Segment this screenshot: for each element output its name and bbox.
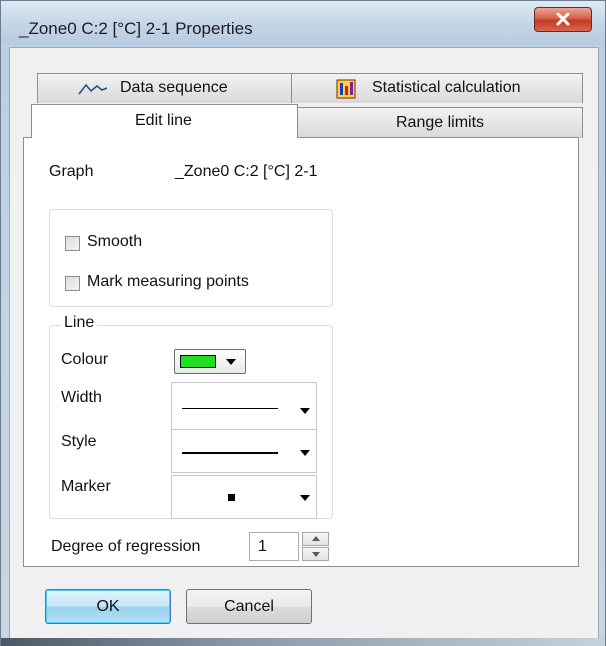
smooth-checkbox[interactable] (65, 236, 80, 251)
window-title: _Zone0 C:2 [°C] 2-1 Properties (19, 19, 253, 38)
chevron-down-icon (312, 552, 320, 557)
ok-button[interactable]: OK (45, 589, 171, 624)
style-label: Style (61, 433, 97, 450)
window-bottom-edge (1, 638, 605, 646)
graph-label: Graph (49, 163, 94, 180)
tab-edit-line[interactable]: Edit line (31, 104, 298, 138)
graph-name-value: _Zone0 C:2 [°C] 2-1 (175, 163, 318, 180)
tab-label: Statistical calculation (372, 79, 521, 96)
chevron-down-icon (226, 359, 236, 365)
colour-label: Colour (61, 351, 109, 368)
line-graph-icon (78, 83, 108, 95)
regression-label: Degree of regression (51, 538, 201, 555)
chevron-down-icon (300, 408, 310, 414)
tab-statistical-calculation[interactable]: Statistical calculation (291, 73, 583, 103)
tab-range-limits[interactable]: Range limits (297, 107, 583, 138)
line-width-preview (182, 408, 278, 409)
chevron-down-icon (300, 495, 310, 501)
statistics-icon (336, 79, 356, 99)
style-dropdown[interactable] (171, 429, 317, 473)
cancel-button[interactable]: Cancel (186, 589, 312, 624)
title-bar[interactable]: _Zone0 C:2 [°C] 2-1 Properties (1, 1, 605, 45)
regression-input[interactable]: 1 (249, 532, 299, 561)
line-style-preview (182, 452, 278, 454)
tab-label: Edit line (135, 112, 192, 129)
smooth-label: Smooth (87, 233, 143, 250)
colour-picker-button[interactable] (174, 349, 246, 374)
chevron-down-icon (300, 450, 310, 456)
properties-dialog: _Zone0 C:2 [°C] 2-1 Properties Data sequ… (0, 0, 606, 646)
mark-points-label: Mark measuring points (87, 273, 249, 290)
regression-spinner (302, 532, 329, 561)
marker-dropdown[interactable] (171, 475, 317, 519)
width-label: Width (61, 389, 102, 406)
width-dropdown[interactable] (171, 382, 317, 430)
spin-up-button[interactable] (302, 532, 329, 546)
close-icon (556, 13, 570, 26)
tab-label: Data sequence (120, 79, 228, 96)
colour-swatch (180, 355, 216, 368)
tab-label: Range limits (396, 114, 485, 131)
line-group-label: Line (61, 314, 98, 332)
square-marker-icon (228, 494, 235, 501)
close-button[interactable] (534, 7, 592, 32)
chevron-up-icon (312, 536, 320, 541)
tab-data-sequence[interactable]: Data sequence (37, 73, 292, 103)
options-group (49, 209, 333, 307)
mark-points-checkbox[interactable] (65, 276, 80, 291)
marker-label: Marker (61, 478, 111, 495)
spin-down-button[interactable] (302, 547, 329, 561)
divider (297, 137, 579, 138)
regression-value: 1 (258, 538, 267, 555)
